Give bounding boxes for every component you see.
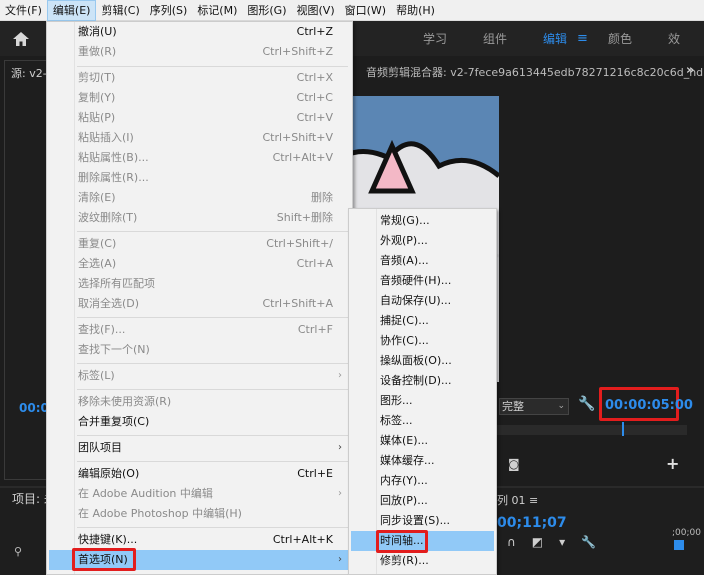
chevron-right-icon: ›: [338, 488, 342, 499]
menu-file[interactable]: 文件(F): [0, 0, 47, 21]
menu-item-paste[interactable]: 粘贴(P) Ctrl+V: [49, 108, 350, 128]
menu-separator: [77, 527, 348, 528]
menu-item-undo[interactable]: 撤消(U) Ctrl+Z: [49, 22, 350, 42]
audio-mixer-tab[interactable]: 音频剪辑混合器: v2-7fece9a613445edb78271216c8c2…: [366, 64, 704, 80]
prefs-item-capture[interactable]: 捕捉(C)...: [351, 311, 494, 331]
menu-item-find[interactable]: 查找(F)... Ctrl+F: [49, 320, 350, 340]
menu-separator: [77, 389, 348, 390]
prefs-item-appearance[interactable]: 外观(P)...: [351, 231, 494, 251]
prefs-item-general[interactable]: 常规(G)...: [351, 211, 494, 231]
menu-item-remove-unused[interactable]: 移除未使用资源(R): [49, 392, 350, 412]
timeline-tools: ∩ ◩ ▾ 🔧: [507, 535, 596, 549]
workspace-tab-assembly[interactable]: 组件: [483, 30, 507, 47]
timeline-tab[interactable]: 列 01 ≡: [497, 492, 538, 508]
menu-item-label[interactable]: 标签(L) ›: [49, 366, 350, 386]
menu-window[interactable]: 窗口(W): [340, 0, 391, 21]
linked-selection-icon[interactable]: ◩: [532, 535, 543, 549]
menu-item-duplicate[interactable]: 重复(C) Ctrl+Shift+/: [49, 234, 350, 254]
prefs-item-sync-settings[interactable]: 同步设置(S)...: [351, 511, 494, 531]
plus-icon[interactable]: +: [666, 454, 679, 473]
menu-separator: [77, 461, 348, 462]
prefs-item-auto-save[interactable]: 自动保存(U)...: [351, 291, 494, 311]
workspace-tab-editing[interactable]: 编辑: [543, 30, 567, 47]
menu-item-cut[interactable]: 剪切(T) Ctrl+X: [49, 68, 350, 88]
timeline-highlight-box: [376, 530, 428, 553]
menu-separator: [77, 363, 348, 364]
prefs-item-trim[interactable]: 修剪(R)...: [351, 551, 494, 571]
menu-item-select-all-matching[interactable]: 选择所有匹配项: [49, 274, 350, 294]
prefs-item-audio[interactable]: 音频(A)...: [351, 251, 494, 271]
chevron-right-icon: ›: [338, 370, 342, 381]
zoom-fit-select[interactable]: 完整 ⌄: [499, 398, 569, 415]
timeline-playhead[interactable]: [674, 540, 684, 550]
menu-item-team-projects[interactable]: 团队项目 ›: [49, 438, 350, 458]
chevron-down-icon: ⌄: [557, 401, 565, 411]
menu-markers[interactable]: 标记(M): [192, 0, 242, 21]
menu-item-edit-in-photoshop[interactable]: 在 Adobe Photoshop 中编辑(H): [49, 504, 350, 524]
prefs-item-graphics[interactable]: 图形...: [351, 391, 494, 411]
prefs-item-device-control[interactable]: 设备控制(D)...: [351, 371, 494, 391]
home-icon[interactable]: [10, 29, 32, 49]
source-timecode[interactable]: 00:0: [19, 401, 49, 415]
menu-edit[interactable]: 编辑(E): [46, 0, 97, 21]
program-scrub-bar[interactable]: [497, 425, 687, 435]
prefs-item-labels[interactable]: 标签...: [351, 411, 494, 431]
workspace-tabs: 学习 组件 编辑 ≡ 颜色 效: [423, 21, 704, 56]
prefs-item-media[interactable]: 媒体(E)...: [351, 431, 494, 451]
marker-icon[interactable]: ▾: [559, 535, 565, 549]
menu-item-redo[interactable]: 重做(R) Ctrl+Shift+Z: [49, 42, 350, 62]
timeline-ruler-label: ;00;00: [672, 528, 701, 538]
menu-item-edit-in-audition[interactable]: 在 Adobe Audition 中编辑 ›: [49, 484, 350, 504]
camera-icon[interactable]: ◙: [508, 457, 520, 471]
workspace-tab-color[interactable]: 颜色: [608, 30, 632, 47]
prefs-item-collaboration[interactable]: 协作(C)...: [351, 331, 494, 351]
prefs-item-control-surface[interactable]: 操纵面板(O)...: [351, 351, 494, 371]
menu-item-select-all[interactable]: 全选(A) Ctrl+A: [49, 254, 350, 274]
menu-separator: [77, 317, 348, 318]
prefs-item-memory[interactable]: 内存(Y)...: [351, 471, 494, 491]
menu-item-paste-insert[interactable]: 粘贴插入(I) Ctrl+Shift+V: [49, 128, 350, 148]
menu-item-consolidate-duplicates[interactable]: 合并重复项(C): [49, 412, 350, 432]
menu-item-remove-attributes[interactable]: 删除属性(R)...: [49, 168, 350, 188]
menu-bar: 文件(F) 编辑(E) 剪辑(C) 序列(S) 标记(M) 图形(G) 视图(V…: [0, 0, 704, 21]
workspace-tab-effects[interactable]: 效: [668, 30, 680, 47]
menu-separator: [77, 66, 348, 67]
preferences-submenu: 常规(G)... 外观(P)... 音频(A)... 音频硬件(H)... 自动…: [348, 208, 497, 575]
prefs-item-media-cache[interactable]: 媒体缓存...: [351, 451, 494, 471]
prefs-item-audio-hardware[interactable]: 音频硬件(H)...: [351, 271, 494, 291]
program-duration-timecode[interactable]: 00:00:05:00: [605, 398, 693, 413]
prefs-item-playback[interactable]: 回放(P)...: [351, 491, 494, 511]
menu-item-keyboard-shortcuts[interactable]: 快捷键(K)... Ctrl+Alt+K: [49, 530, 350, 550]
menu-sequence[interactable]: 序列(S): [145, 0, 193, 21]
panel-overflow-icon[interactable]: »: [686, 63, 694, 78]
program-playhead[interactable]: [622, 422, 624, 436]
menu-separator: [77, 231, 348, 232]
edit-dropdown-menu: 撤消(U) Ctrl+Z 重做(R) Ctrl+Shift+Z 剪切(T) Ctrl+…: [46, 21, 353, 575]
menu-item-ripple-delete[interactable]: 波纹删除(T) Shift+删除: [49, 208, 350, 228]
chevron-right-icon: ›: [338, 554, 342, 565]
menu-help[interactable]: 帮助(H): [391, 0, 440, 21]
menu-view[interactable]: 视图(V): [292, 0, 340, 21]
menu-item-find-next[interactable]: 查找下一个(N): [49, 340, 350, 360]
wrench-icon[interactable]: 🔧: [578, 396, 595, 412]
snap-icon[interactable]: ∩: [507, 535, 516, 549]
menu-item-deselect-all[interactable]: 取消全选(D) Ctrl+Shift+A: [49, 294, 350, 314]
menu-separator: [77, 435, 348, 436]
menu-clip[interactable]: 剪辑(C): [96, 0, 144, 21]
menu-item-edit-original[interactable]: 编辑原始(O) Ctrl+E: [49, 464, 350, 484]
menu-graphics[interactable]: 图形(G): [242, 0, 291, 21]
wrench-icon[interactable]: 🔧: [581, 535, 596, 549]
menu-item-paste-attributes[interactable]: 粘贴属性(B)... Ctrl+Alt+V: [49, 148, 350, 168]
search-icon[interactable]: ⚲: [14, 545, 22, 558]
chevron-right-icon: ›: [338, 442, 342, 453]
menu-item-clear[interactable]: 清除(E) 删除: [49, 188, 350, 208]
preferences-highlight-box: [72, 548, 136, 571]
menu-item-copy[interactable]: 复制(Y) Ctrl+C: [49, 88, 350, 108]
workspace-tab-learn[interactable]: 学习: [423, 30, 447, 47]
timeline-timecode[interactable]: 00;11;07: [497, 515, 567, 531]
source-panel: 源: v2-7 00:0: [4, 60, 54, 480]
hamburger-icon[interactable]: ≡: [577, 31, 588, 46]
